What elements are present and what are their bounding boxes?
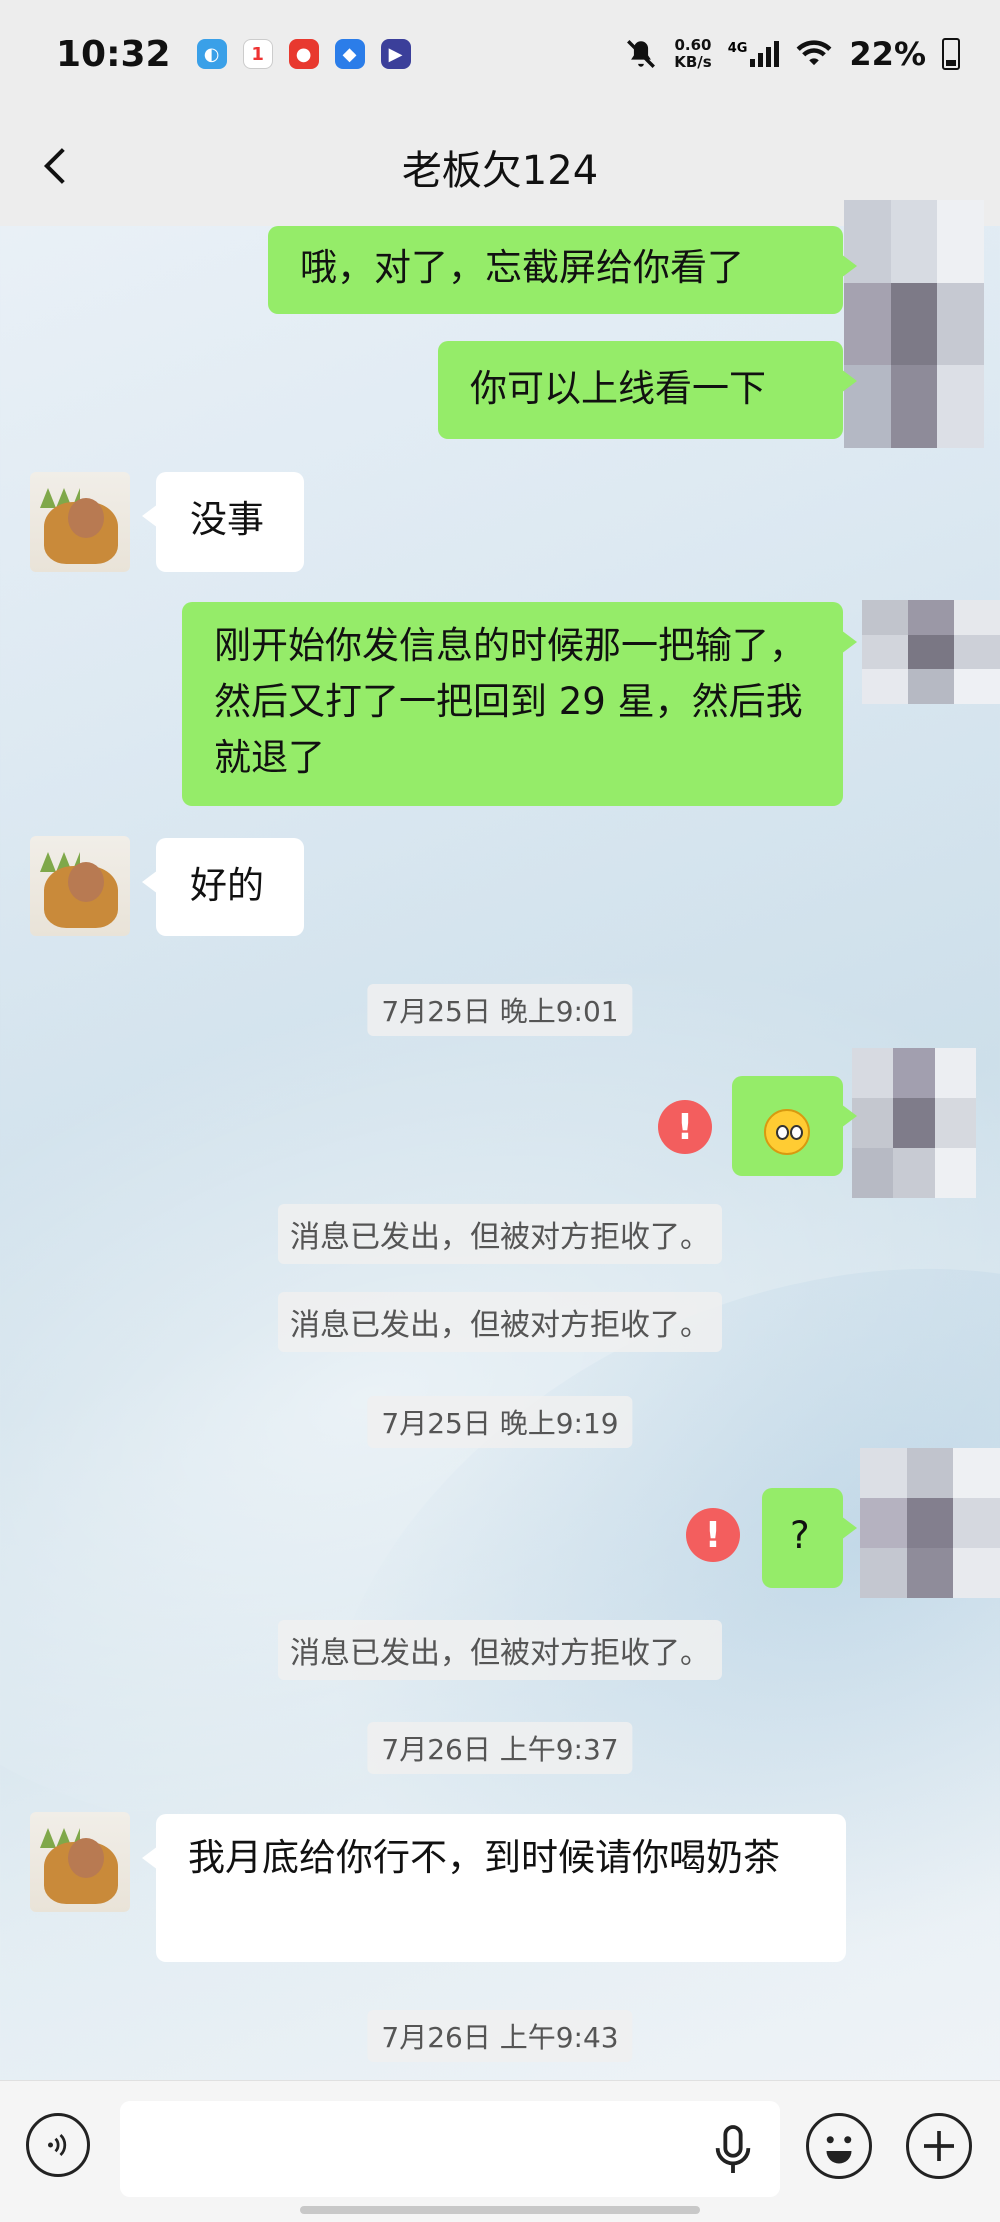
microphone-icon[interactable] bbox=[710, 2123, 756, 2177]
wifi-icon bbox=[796, 40, 832, 66]
send-failed-icon[interactable]: ! bbox=[686, 1508, 740, 1562]
contact-avatar[interactable] bbox=[30, 836, 130, 936]
battery-icon bbox=[942, 38, 960, 70]
emoji-button[interactable] bbox=[806, 2113, 872, 2179]
my-message-bubble[interactable]: 刚开始你发信息的时候那一把输了，然后又打了一把回到 29 星，然后我就退了 bbox=[182, 602, 857, 806]
message-rejected-notice: 消息已发出，但被对方拒收了。 bbox=[278, 1292, 722, 1352]
my-message-bubble[interactable]: ? bbox=[762, 1488, 857, 1588]
message-rejected-notice: 消息已发出，但被对方拒收了。 bbox=[278, 1204, 722, 1264]
chat-input-bar bbox=[0, 2080, 1000, 2222]
more-options-button[interactable] bbox=[906, 2113, 972, 2179]
battery-percent: 22% bbox=[849, 35, 926, 73]
network-speed: 0.60 KB/s bbox=[674, 36, 712, 71]
my-avatar-blurred[interactable] bbox=[852, 1048, 976, 1198]
message-rejected-notice: 消息已发出，但被对方拒收了。 bbox=[278, 1620, 722, 1680]
voice-wave-icon bbox=[48, 2134, 67, 2156]
crying-face-emoji-icon bbox=[764, 1108, 810, 1155]
smiley-icon bbox=[826, 2136, 852, 2164]
message-timestamp: 7月25日 晚上9:01 bbox=[367, 984, 633, 1036]
calendar-notification-icon: 1 bbox=[242, 39, 273, 69]
app-notification-icon: ◐ bbox=[196, 39, 227, 69]
my-message-bubble[interactable]: 哦，对了，忘截屏给你看了 bbox=[268, 226, 857, 314]
my-message-bubble[interactable]: 你可以上线看一下 bbox=[438, 341, 857, 439]
app-notification-icon: ◆ bbox=[334, 39, 365, 69]
contact-message-bubble[interactable]: 我月底给你行不，到时候请你喝奶茶 bbox=[142, 1814, 846, 1962]
message-input[interactable] bbox=[120, 2101, 780, 2197]
contact-message-bubble[interactable]: 好的 bbox=[142, 838, 304, 936]
message-timestamp: 7月26日 上午9:43 bbox=[367, 2010, 633, 2062]
signal-icon: 4G bbox=[728, 41, 780, 67]
my-avatar-blurred[interactable] bbox=[844, 200, 984, 448]
contact-avatar[interactable] bbox=[30, 1812, 130, 1912]
send-failed-icon[interactable]: ! bbox=[658, 1100, 712, 1154]
my-emoji-bubble[interactable] bbox=[732, 1076, 857, 1176]
message-timestamp: 7月26日 上午9:37 bbox=[367, 1722, 633, 1774]
status-time: 10:32 bbox=[56, 33, 171, 75]
my-avatar-blurred[interactable] bbox=[860, 1448, 1000, 1598]
my-avatar-blurred[interactable] bbox=[862, 600, 1000, 704]
plus-icon bbox=[924, 2131, 954, 2161]
contact-message-bubble[interactable]: 没事 bbox=[142, 472, 304, 572]
back-arrow-icon[interactable] bbox=[34, 144, 78, 188]
contact-avatar[interactable] bbox=[30, 472, 130, 572]
home-indicator[interactable] bbox=[300, 2206, 700, 2214]
chat-title: 老板欠124 bbox=[401, 148, 599, 194]
app-notification-icon: ▶ bbox=[380, 39, 411, 69]
status-bar: 10:32 ◐ 1 ● ◆ ▶ 0.60 KB/s 4G 22% bbox=[0, 0, 1000, 108]
app-notification-icon: ● bbox=[288, 39, 319, 69]
message-timestamp: 7月25日 晚上9:19 bbox=[367, 1396, 633, 1448]
voice-mode-button[interactable] bbox=[26, 2113, 90, 2177]
mute-bell-icon bbox=[627, 40, 656, 68]
